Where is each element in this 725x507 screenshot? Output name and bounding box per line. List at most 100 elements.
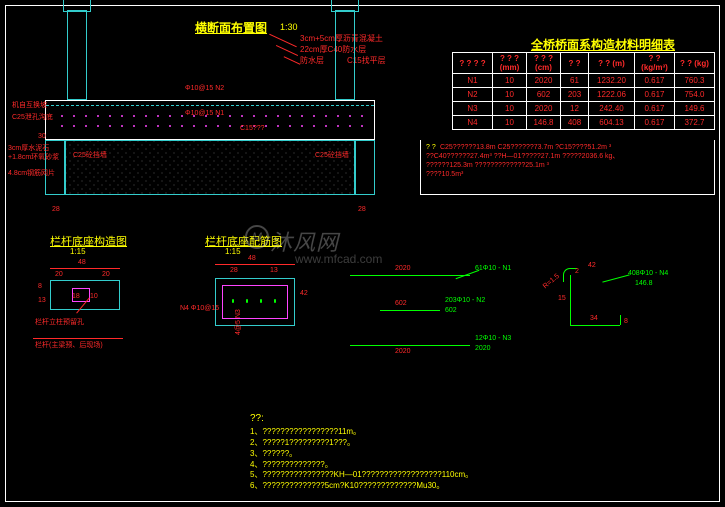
th-qty: ? ? [561,53,589,74]
table-row: N1 10 2020 61 1232.20 0.617 760.3 [453,74,715,88]
n3-line [350,345,470,346]
material-table-title: 全桥桥面系构造材料明细表 [531,36,675,53]
notes-title: ??: [250,412,680,426]
cross-section-title: 横断面布置图 [195,19,267,36]
cell: 2020 [527,74,561,88]
n2-line [380,310,440,311]
dim-28l: 28 [52,206,60,213]
d2-dim48: 48 [248,255,256,262]
left-layer2: +1.8cm环氧砂浆 [8,152,59,162]
dim-line [50,268,120,269]
cell: 0.617 [635,102,675,116]
stirrup-v1 [570,275,571,325]
cell: 372.7 [675,116,715,130]
n1-line [350,275,470,276]
cell: 0.617 [635,116,675,130]
st-n4-len: 146.8 [635,280,653,287]
leader [602,274,629,282]
cell: N4 [453,116,493,130]
detail1-title: 栏杆底座构造图 [50,233,127,249]
cell: 10 [493,88,527,102]
cell: 754.0 [675,88,715,102]
d1-base-label: 栏杆(主梁预、后现场) [35,340,103,350]
cell: 203 [561,88,589,102]
cross-section-scale: 1:30 [280,22,298,32]
cell: 242.40 [589,102,635,116]
d1-underline [33,338,123,339]
rebar-n1-label: Φ10@15 N1 [185,110,224,117]
cell: 61 [561,74,589,88]
left-post [67,10,87,100]
right-wingwall [355,140,375,195]
dim-line [215,264,295,265]
d2-n4: N4 Φ10@15 [180,305,219,312]
st-dim8: 8 [624,318,628,325]
left-c25-label: C25泄孔沟底 [12,112,53,122]
n2-len2: 602 [445,307,457,314]
right-post [335,10,355,100]
note-line: 5、????????????????KH—01?????????????????… [250,470,680,481]
cell: 0.617 [635,74,675,88]
cell: 408 [561,116,589,130]
cell: 2020 [527,102,561,116]
table-note-line: ????10.5m³ [426,171,463,178]
table-row: N4 10 146.8 408 604.13 0.617 372.7 [453,116,715,130]
table-note-line: ??C40??????27.4m³ ??H—01?????27.1m ?????… [426,153,619,160]
stirrup-drawing: 42 34 8 15 2 R=1.5 408Φ10 - N4 146.8 [540,260,670,370]
detail2-title: 栏杆底座配筋图 [205,233,282,249]
d2-n3: 4@5 N3 [235,309,242,335]
note-line: 6、??????????????5cm?K10?????????????Mu30… [250,481,680,492]
note-line: 1、?????????????????11m。 [250,427,680,438]
cell: 10 [493,74,527,88]
d1-dim10: 10 [90,293,98,300]
fill-hatch [65,140,355,195]
d1-dim13: 13 [38,297,46,304]
d1-dim48: 48 [78,259,86,266]
note-line: 3、??????。 [250,449,680,460]
cell: 12 [561,102,589,116]
cell: 604.13 [589,116,635,130]
rebar-dash [46,105,374,106]
d1-hole-label: 栏杆立柱预留孔 [35,317,84,327]
n2-label: 203Φ10 - N2 [445,297,485,304]
d2-dim42: 42 [300,290,308,297]
th-totalm: ? ? (m) [589,53,635,74]
c25-label-right: C25砼挡墙 [315,150,349,160]
cell: 602 [527,88,561,102]
cell: 10 [493,116,527,130]
table-notes-block: ? ? C25??????13.8m C25??????73.7m ?C15??… [420,140,715,195]
n3-label: 12Φ10 - N3 [475,335,511,342]
n3-len: 2020 [395,348,411,355]
dim-30: 30 [38,133,46,140]
detail2-drawing: 48 28 13 N4 Φ10@15 4@5 N3 42 [200,250,330,370]
table-note-line: ??????125.3m ?????????????25.1m ³ [426,162,549,169]
right-post-cap [331,0,359,12]
cell: 149.6 [675,102,715,116]
cell: 760.3 [675,74,715,88]
deck-slab [45,100,375,140]
st-r: R=1.5 [542,273,561,290]
th-unit: ? ? (kg/m³) [635,53,675,74]
n1-len: 2020 [395,265,411,272]
th-wt: ? ? (kg) [675,53,715,74]
left-layer3: 4.8cm钢筋网片 [8,168,55,178]
note-line: 2、?????1?????????1???。 [250,438,680,449]
d1-dim18: 18 [72,293,80,300]
st-dim2: 2 [575,268,579,275]
cell: N1 [453,74,493,88]
table-row: N2 10 602 203 1222.06 0.617 754.0 [453,88,715,102]
stirrup-v2 [620,315,621,325]
d1-dim20a: 20 [55,271,63,278]
n2-len: 602 [395,300,407,307]
st-dim42: 42 [588,262,596,269]
notes-block: ??: 1、?????????????????11m。 2、?????1????… [250,412,680,492]
c15-label: C15??? [240,125,265,132]
left-post-cap [63,0,91,12]
st-dim15: 15 [558,295,566,302]
d1-dim20b: 20 [102,271,110,278]
cell: 0.617 [635,88,675,102]
th-dia: ? ? ? (mm) [493,53,527,74]
cross-section-drawing: Φ10@15 N2 Φ10@15 N1 C15??? C25砼挡墙 C25砼挡墙 [15,50,395,210]
d2-dim28: 28 [230,267,238,274]
table-note-line: C25??????13.8m C25??????73.7m ?C15????51… [440,144,611,151]
